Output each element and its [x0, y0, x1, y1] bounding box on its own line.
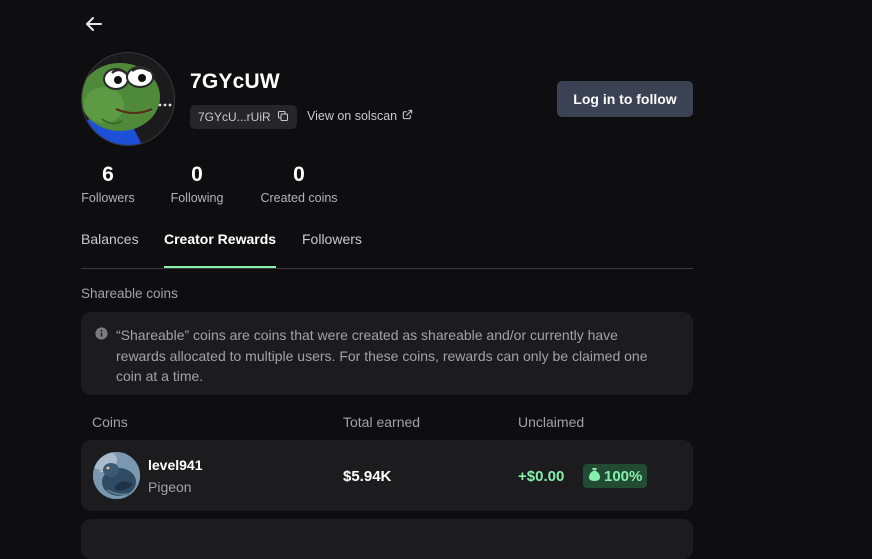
- stat-created-coins[interactable]: 0 Created coins: [258, 163, 340, 205]
- column-header-unclaimed: Unclaimed: [518, 414, 585, 430]
- info-icon: [95, 325, 108, 340]
- address-copy-chip[interactable]: 7GYcU...rUiR: [190, 105, 297, 129]
- coin-name[interactable]: level941: [148, 457, 203, 473]
- stat-label: Following: [170, 191, 224, 205]
- column-header-coins: Coins: [92, 414, 128, 430]
- coin-image: [93, 452, 140, 499]
- avatar: [81, 52, 175, 146]
- address-text: 7GYcU...rUiR: [198, 110, 271, 124]
- log-in-to-follow-button[interactable]: Log in to follow: [557, 81, 693, 117]
- username: 7GYcUW: [190, 70, 280, 93]
- coin-ticker: Pigeon: [148, 479, 192, 495]
- tab-followers[interactable]: Followers: [302, 230, 362, 267]
- tab-balances[interactable]: Balances: [81, 230, 139, 267]
- stat-label: Followers: [81, 191, 135, 205]
- column-header-total-earned: Total earned: [343, 414, 421, 430]
- view-on-solscan-link[interactable]: View on solscan: [307, 109, 413, 123]
- stat-value: 0: [293, 163, 305, 186]
- share-percent: 100%: [604, 467, 643, 485]
- profile-tabs: Balances Creator Rewards Followers: [81, 230, 693, 269]
- unclaimed-value: +$0.00: [518, 468, 565, 485]
- stat-label: Created coins: [260, 191, 338, 205]
- share-badge: 100%: [583, 464, 648, 488]
- table-row[interactable]: level941 Pigeon $5.94K +$0.00 100%: [81, 440, 693, 511]
- stat-value: 6: [102, 163, 114, 186]
- info-text: “Shareable” coins are coins that were cr…: [116, 327, 648, 384]
- stat-followers[interactable]: 6 Followers: [81, 163, 135, 205]
- copy-icon[interactable]: [277, 110, 289, 125]
- table-row[interactable]: [81, 519, 693, 559]
- total-earned-value: $5.94K: [343, 468, 392, 485]
- back-arrow-icon[interactable]: [82, 12, 106, 36]
- money-bag-icon: [588, 467, 601, 486]
- stat-value: 0: [191, 163, 203, 186]
- stat-following[interactable]: 0 Following: [168, 163, 226, 205]
- external-link-icon: [402, 109, 413, 123]
- solscan-label: View on solscan: [307, 109, 398, 123]
- section-title: Shareable coins: [81, 286, 178, 301]
- info-box: “Shareable” coins are coins that were cr…: [81, 312, 693, 395]
- tab-creator-rewards[interactable]: Creator Rewards: [164, 230, 277, 268]
